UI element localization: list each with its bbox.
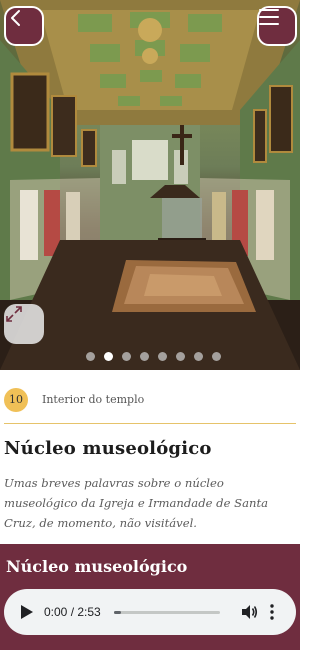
audio-progress-bar[interactable] <box>114 611 220 614</box>
audio-player: 0:00 / 2:53 <box>4 589 296 635</box>
stop-number-badge: 10 <box>4 387 28 412</box>
hamburger-icon <box>259 9 279 25</box>
slide-dot[interactable] <box>194 352 203 361</box>
page-description: Umas breves palavras sobre o núcleo muse… <box>4 476 269 530</box>
chevron-left-icon <box>11 10 20 26</box>
slide-indicator <box>86 352 221 361</box>
page-title: Núcleo museológico <box>4 438 212 459</box>
audio-progress-fill <box>114 611 122 614</box>
audio-panel: Núcleo museológico 0:00 / 2:53 <box>0 544 300 650</box>
slide-dot-active[interactable] <box>104 352 113 361</box>
hero-image <box>0 0 300 370</box>
slide-dot[interactable] <box>158 352 167 361</box>
audio-title: Núcleo museológico <box>6 557 188 576</box>
back-button[interactable] <box>4 6 44 46</box>
stop-label: Interior do templo <box>42 393 145 406</box>
play-icon[interactable] <box>20 604 34 620</box>
more-options-icon[interactable] <box>268 603 276 621</box>
stop-info: 10 Interior do templo <box>4 384 296 424</box>
slide-dot[interactable] <box>212 352 221 361</box>
menu-button[interactable] <box>257 6 297 46</box>
slide-dot[interactable] <box>122 352 131 361</box>
expand-icon <box>6 306 22 322</box>
audio-time: 0:00 / 2:53 <box>44 605 101 619</box>
slide-dot[interactable] <box>140 352 149 361</box>
fullscreen-button[interactable] <box>4 304 44 344</box>
slide-dot[interactable] <box>176 352 185 361</box>
slide-dot[interactable] <box>86 352 95 361</box>
museum-interior-photo <box>0 0 300 370</box>
volume-icon[interactable] <box>240 603 258 621</box>
